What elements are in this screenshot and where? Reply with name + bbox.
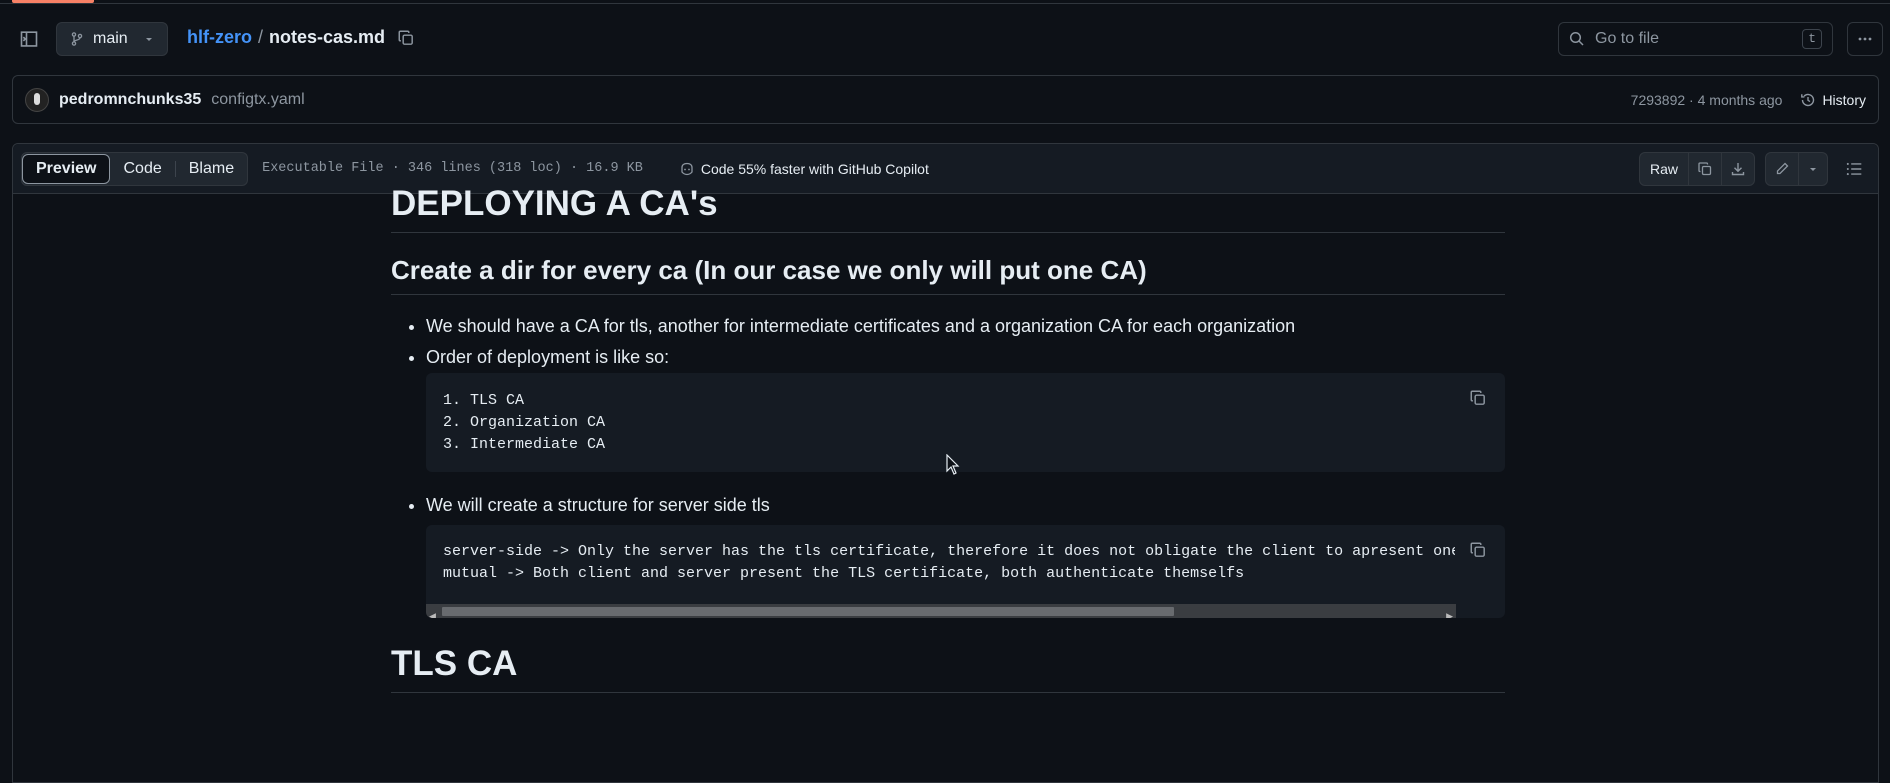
copy-code-button[interactable] [1469, 541, 1487, 559]
copy-icon [1698, 162, 1712, 176]
breadcrumb-separator: / [258, 27, 264, 47]
caret-down-icon [1810, 168, 1816, 171]
avatar[interactable] [25, 87, 49, 112]
list-item: Order of deployment is like so: [426, 342, 1505, 373]
go-to-file-input[interactable]: Go to file t [1558, 22, 1833, 56]
copy-icon [398, 30, 413, 45]
branch-name: main [93, 30, 128, 47]
file-actions-group: Raw [1638, 152, 1755, 186]
bullet-list: We will create a structure for server si… [391, 490, 1505, 521]
search-placeholder: Go to file [1595, 30, 1660, 47]
top-progress-bar [0, 0, 1890, 4]
download-button[interactable] [1722, 153, 1754, 185]
repo-link[interactable]: hlf-zero [187, 27, 252, 48]
tab-code[interactable]: Code [110, 154, 174, 184]
pencil-icon [1776, 162, 1789, 175]
list-item: We should have a CA for tls, another for… [426, 311, 1505, 342]
branch-selector-button[interactable]: main [56, 22, 168, 56]
history-icon [1801, 93, 1815, 106]
code-block-tls-structure: server-side -> Only the server has the t… [426, 525, 1505, 618]
search-icon [1569, 31, 1584, 46]
copy-path-button[interactable] [397, 29, 415, 47]
code-block-deployment-order: 1. TLS CA 2. Organization CA 3. Intermedia… [426, 373, 1505, 472]
tab-preview[interactable]: Preview [22, 153, 111, 184]
breadcrumb: hlf-zero / notes-cas.md [187, 27, 415, 48]
file-name: notes-cas.md [269, 27, 386, 47]
commit-hash-and-time[interactable]: 7293892 · 4 months ago [1631, 92, 1783, 108]
outline-button[interactable] [1838, 153, 1870, 185]
scrollbar-thumb[interactable] [442, 607, 1174, 616]
heading-create-dir: Create a dir for every ca (In our case w… [391, 255, 1505, 295]
code-line: server-side -> Only the server has the t… [443, 543, 1455, 560]
file-info: Executable File · 346 lines (318 loc) · … [262, 161, 643, 176]
copy-icon [1470, 542, 1485, 557]
caret-down-icon [146, 38, 152, 41]
mouse-cursor-icon [946, 454, 960, 475]
copilot-link[interactable]: Code 55% faster with GitHub Copilot [679, 161, 929, 177]
scroll-right-arrow-icon[interactable]: ▶ [1446, 606, 1453, 618]
heading-tls-ca: TLS CA [391, 644, 1505, 693]
commit-message[interactable]: configtx.yaml [211, 91, 304, 109]
markdown-body: DEPLOYING A CA's Create a dir for every … [391, 184, 1505, 693]
copilot-label: Code 55% faster with GitHub Copilot [700, 160, 929, 177]
copy-raw-button[interactable] [1689, 153, 1722, 185]
keyboard-shortcut-badge: t [1802, 29, 1822, 49]
history-button[interactable]: History [1800, 92, 1866, 108]
sidebar-expand-icon [20, 31, 38, 47]
more-options-button[interactable] [1847, 22, 1883, 56]
edit-actions-group [1765, 152, 1828, 186]
raw-button[interactable]: Raw [1640, 153, 1689, 185]
view-mode-segmented-control: Preview Code Blame [21, 151, 249, 186]
commit-author[interactable]: pedromnchunks35 [59, 91, 201, 109]
loading-indicator [12, 0, 94, 3]
edit-options-dropdown[interactable] [1799, 153, 1827, 185]
heading-deploying-cas: DEPLOYING A CA's [391, 184, 1505, 233]
list-unordered-icon [1846, 162, 1862, 176]
edit-file-button[interactable] [1766, 153, 1799, 185]
scroll-left-arrow-icon[interactable]: ◀ [429, 606, 436, 618]
git-branch-icon [71, 32, 83, 46]
code-line: mutual -> Both client and server present… [443, 565, 1245, 582]
copy-code-button[interactable] [1469, 389, 1487, 407]
code-line: 3. Intermediate CA [443, 436, 606, 453]
tab-blame[interactable]: Blame [176, 154, 247, 184]
history-label: History [1822, 91, 1866, 108]
kebab-horizontal-icon [1858, 37, 1872, 41]
horizontal-scrollbar[interactable]: ◀ ▶ [426, 604, 1456, 618]
latest-commit-bar: pedromnchunks35 configtx.yaml 7293892 · … [12, 75, 1879, 124]
sidebar-toggle-button[interactable] [16, 26, 42, 52]
code-line: 2. Organization CA [443, 414, 606, 431]
copy-icon [1470, 390, 1485, 405]
code-line: 1. TLS CA [443, 392, 525, 409]
copilot-icon [681, 162, 693, 175]
download-icon [1731, 163, 1745, 176]
list-item: We will create a structure for server si… [426, 490, 1505, 521]
bullet-list: We should have a CA for tls, another for… [391, 311, 1505, 373]
